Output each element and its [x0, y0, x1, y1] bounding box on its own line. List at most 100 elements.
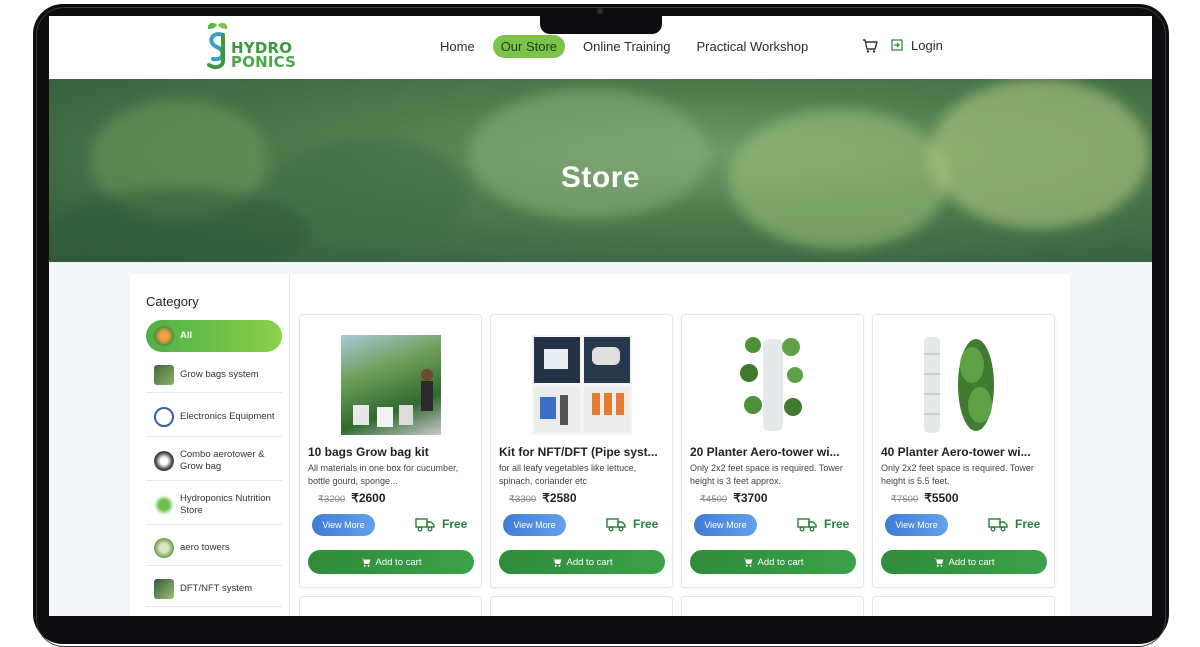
- main-nav: Home Our Store Online Training Practical…: [432, 35, 826, 58]
- original-price: ₹4500: [700, 494, 728, 505]
- product-card: 20 Planter Aero-tower wi... Only 2x2 fee…: [681, 314, 864, 588]
- logo-line-2: PONICS: [231, 53, 297, 71]
- aero-tower-illustration: [740, 337, 803, 431]
- hero-foliage: [469, 89, 709, 219]
- original-price: ₹7500: [891, 494, 919, 505]
- add-to-cart-label: Add to cart: [375, 556, 422, 568]
- category-label: All: [180, 330, 193, 341]
- cart-icon: [552, 558, 561, 567]
- category-label: aero towers: [180, 541, 230, 553]
- delivery-truck-icon: [415, 518, 435, 532]
- add-to-cart-label: Add to cart: [757, 556, 804, 568]
- product-card-next-row: [681, 596, 864, 616]
- product-description: for all leafy vegetables like lettuce, s…: [499, 463, 637, 486]
- view-more-button[interactable]: View More: [312, 514, 375, 536]
- product-title[interactable]: 20 Planter Aero-tower wi...: [690, 445, 858, 459]
- nav-home[interactable]: Home: [432, 35, 483, 58]
- product-card: 10 bags Grow bag kit All materials in on…: [299, 314, 482, 588]
- nav-online-training[interactable]: Online Training: [575, 35, 678, 58]
- view-more-button[interactable]: View More: [503, 514, 566, 536]
- seedling-icon: [154, 326, 174, 346]
- login-icon[interactable]: [891, 39, 903, 51]
- shipping-label: Free: [1015, 517, 1041, 531]
- logo-mark-icon: [207, 22, 228, 70]
- shipping-label: Free: [442, 517, 468, 531]
- category-item-grow-bags[interactable]: Grow bags system: [146, 357, 282, 393]
- category-item-all[interactable]: All: [146, 320, 282, 352]
- category-item-electronics[interactable]: Electronics Equipment: [146, 398, 282, 437]
- product-image[interactable]: [532, 335, 632, 435]
- category-item-combo[interactable]: Combo aerotower & Grow bag: [146, 442, 282, 481]
- sale-price: ₹3700: [733, 491, 768, 505]
- category-item-nutrition[interactable]: Hydroponics Nutrition Store: [146, 486, 282, 525]
- login-link[interactable]: Login: [911, 38, 943, 53]
- shipping-label: Free: [633, 517, 659, 531]
- category-label: DFT/NFT system: [180, 582, 253, 594]
- aero-tower-thumb: [154, 537, 174, 558]
- price-row: ₹3300 ₹2580: [509, 491, 577, 505]
- product-description: All materials in one box for cucumber, b…: [308, 463, 459, 486]
- page-title: Store: [560, 161, 641, 194]
- webcam: [597, 8, 603, 14]
- add-to-cart-label: Add to cart: [948, 556, 995, 568]
- nav-our-store[interactable]: Our Store: [492, 35, 566, 58]
- view-more-button[interactable]: View More: [885, 514, 948, 536]
- store-hero-banner: Store: [49, 79, 1152, 262]
- camera-notch: [540, 16, 662, 34]
- sale-price: ₹2600: [351, 491, 386, 505]
- view-more-button[interactable]: View More: [694, 514, 757, 536]
- product-image[interactable]: [723, 335, 823, 435]
- category-label: Grow bags system: [180, 368, 259, 380]
- screen: HYDRO PONICS Home Our Store Online Train…: [49, 16, 1152, 616]
- logo-wordmark: HYDRO PONICS: [231, 41, 297, 71]
- sale-price: ₹2580: [542, 491, 577, 505]
- add-to-cart-button[interactable]: Add to cart: [690, 550, 856, 574]
- category-label: Hydroponics Nutrition Store: [180, 493, 271, 516]
- product-image[interactable]: [914, 335, 1014, 435]
- leaf-icon: [154, 495, 174, 515]
- grow-bag-thumb: [154, 364, 174, 385]
- product-description: Only 2x2 feet space is required. Tower h…: [690, 463, 843, 486]
- category-label: Combo aerotower & Grow bag: [180, 449, 265, 472]
- aero-tower-illustration: [924, 337, 994, 433]
- site-logo[interactable]: HYDRO PONICS: [203, 21, 303, 71]
- product-title[interactable]: Kit for NFT/DFT (Pipe syst...: [499, 445, 667, 459]
- electronics-icon: [154, 407, 174, 427]
- cart-icon: [743, 558, 752, 567]
- nft-kit-illustration: [534, 337, 630, 433]
- cart-icon[interactable]: [862, 38, 878, 54]
- nav-practical-workshop[interactable]: Practical Workshop: [689, 35, 817, 58]
- product-card-next-row: [299, 596, 482, 616]
- product-image[interactable]: [341, 335, 441, 435]
- sale-price: ₹5500: [924, 491, 959, 505]
- price-row: ₹4500 ₹3700: [700, 491, 768, 505]
- combo-icon: [154, 451, 174, 471]
- product-card: Kit for NFT/DFT (Pipe syst... for all le…: [490, 314, 673, 588]
- add-to-cart-button[interactable]: Add to cart: [881, 550, 1047, 574]
- store-panel: Category All Grow bags system Electronic…: [130, 274, 1070, 616]
- category-heading: Category: [146, 294, 199, 309]
- delivery-truck-icon: [606, 518, 626, 532]
- category-list: All Grow bags system Electronics Equipme…: [146, 320, 282, 612]
- price-row: ₹7500 ₹5500: [891, 491, 959, 505]
- grow-bag-illustration: [353, 369, 433, 427]
- product-card-next-row: [872, 596, 1055, 616]
- category-item-nft[interactable]: DFT/NFT system: [146, 571, 282, 607]
- category-label: Electronics Equipment: [180, 411, 275, 422]
- category-item-aero-towers[interactable]: aero towers: [146, 530, 282, 566]
- cart-icon: [361, 558, 370, 567]
- nft-thumb: [154, 578, 174, 599]
- add-to-cart-label: Add to cart: [566, 556, 613, 568]
- product-description: Only 2x2 feet space is required. Tower h…: [881, 463, 1034, 486]
- sidebar-divider: [289, 274, 290, 616]
- original-price: ₹3300: [509, 494, 537, 505]
- delivery-truck-icon: [797, 518, 817, 532]
- original-price: ₹3200: [318, 494, 346, 505]
- price-row: ₹3200 ₹2600: [318, 491, 386, 505]
- product-title[interactable]: 40 Planter Aero-tower wi...: [881, 445, 1049, 459]
- shipping-label: Free: [824, 517, 850, 531]
- product-title[interactable]: 10 bags Grow bag kit: [308, 445, 476, 459]
- product-card: 40 Planter Aero-tower wi... Only 2x2 fee…: [872, 314, 1055, 588]
- add-to-cart-button[interactable]: Add to cart: [499, 550, 665, 574]
- add-to-cart-button[interactable]: Add to cart: [308, 550, 474, 574]
